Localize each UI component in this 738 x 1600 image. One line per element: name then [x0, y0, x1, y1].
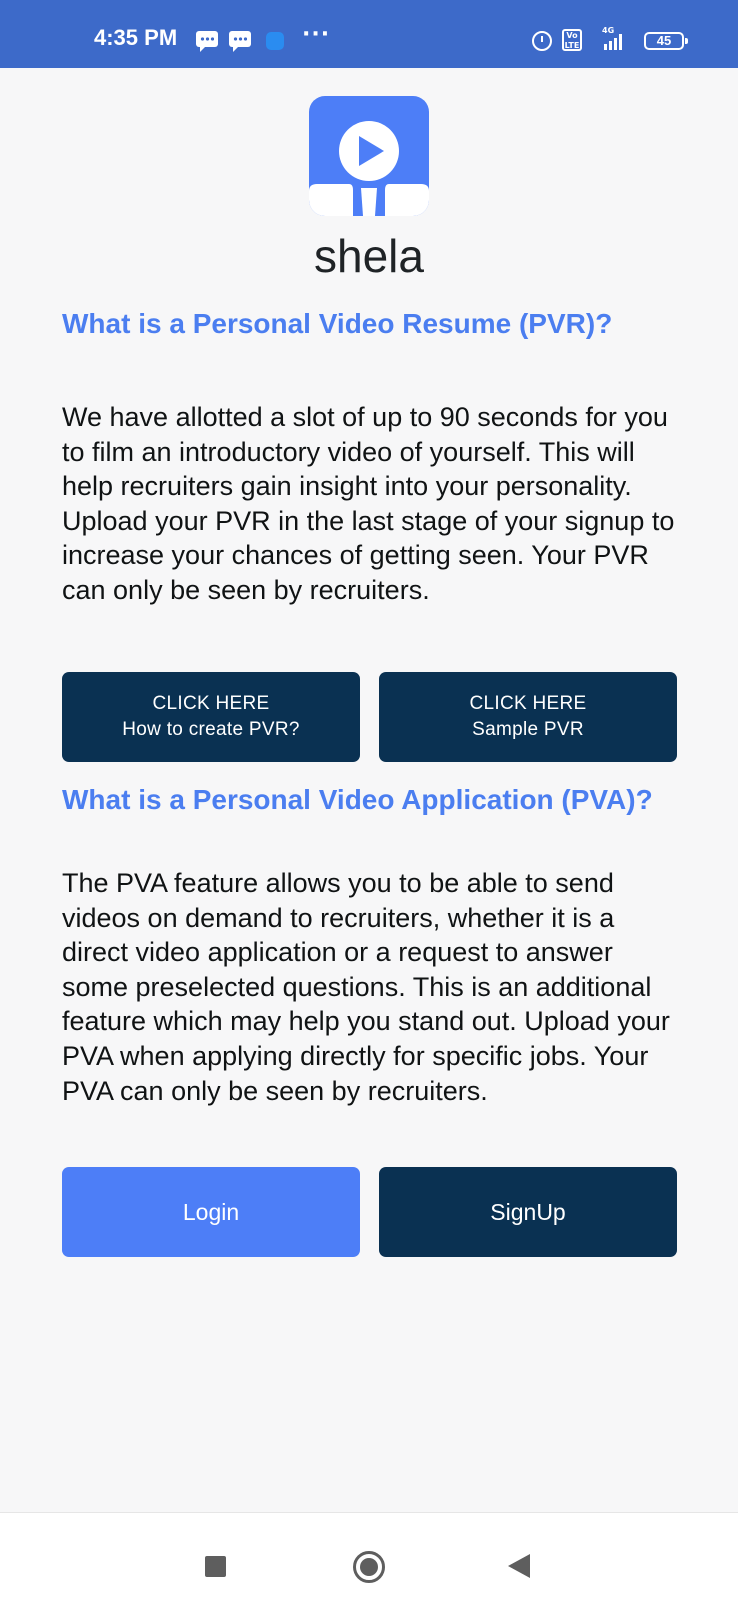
- signal-icon: 4G: [594, 26, 628, 50]
- shela-logo-icon: [309, 96, 429, 216]
- pvr-title: What is a Personal Video Resume (PVR)?: [62, 308, 613, 339]
- signup-button-label: SignUp: [490, 1199, 566, 1225]
- message-notification-icon: [196, 31, 218, 52]
- system-navigation-bar: [0, 1512, 738, 1600]
- button-line-2: Sample PVR: [472, 719, 584, 740]
- network-type-label: 4G: [602, 26, 615, 35]
- login-button[interactable]: Login: [62, 1167, 360, 1257]
- status-bar: 4:35 PM ··· Vo LTE 4G 45: [0, 0, 738, 68]
- volte-icon: Vo LTE: [562, 29, 582, 51]
- app-screen: 4:35 PM ··· Vo LTE 4G 45 shela What is a…: [0, 0, 738, 1600]
- button-line-1: CLICK HERE: [469, 693, 587, 714]
- brand-name: shela: [314, 230, 424, 282]
- how-to-create-pvr-button[interactable]: CLICK HERE How to create PVR?: [62, 672, 360, 762]
- sample-pvr-button[interactable]: CLICK HERE Sample PVR: [379, 672, 677, 762]
- message-notification-icon: [229, 31, 251, 52]
- logo-graphic: [309, 121, 429, 216]
- triangle-back-icon[interactable]: [508, 1554, 530, 1578]
- pva-description: The PVA feature allows you to be able to…: [62, 868, 670, 1106]
- pvr-description: We have allotted a slot of up to 90 seco…: [62, 402, 675, 605]
- status-time: 4:35 PM: [94, 25, 178, 50]
- button-line-2: How to create PVR?: [122, 719, 300, 740]
- pva-title: What is a Personal Video Application (PV…: [62, 784, 653, 815]
- square-recents-icon[interactable]: [205, 1556, 226, 1577]
- alarm-icon: [532, 31, 552, 51]
- app-notification-icon: [266, 32, 284, 50]
- button-line-1: CLICK HERE: [152, 693, 270, 714]
- login-button-label: Login: [182, 1199, 240, 1225]
- circle-home-icon[interactable]: [353, 1551, 385, 1583]
- more-notifications-icon: ···: [302, 22, 331, 47]
- battery-icon: 45: [644, 32, 688, 50]
- signup-button[interactable]: SignUp: [379, 1167, 677, 1257]
